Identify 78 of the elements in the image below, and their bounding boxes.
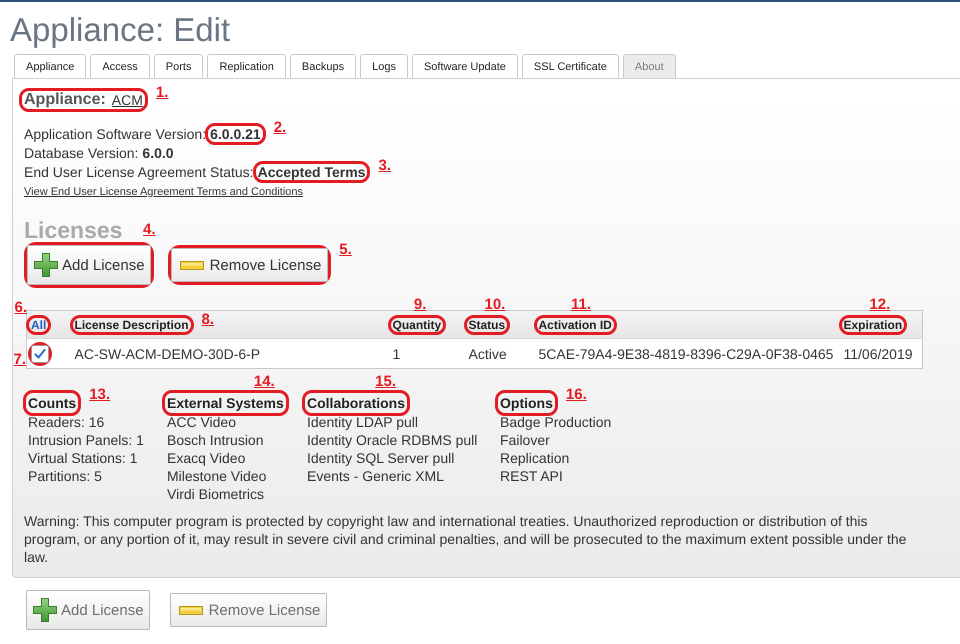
info-label: End User License Agreement Status: xyxy=(24,164,254,180)
table-cell: AC-SW-ACM-DEMO-30D-6-P xyxy=(74,346,260,362)
feature-item: Virtual Stations: 1 xyxy=(28,449,138,467)
callout-number: 4. xyxy=(143,222,156,237)
feature-item: Milestone Video xyxy=(167,467,266,485)
tab[interactable]: Replication xyxy=(207,54,286,78)
callout-number: 5. xyxy=(339,242,352,257)
table-cell: 1 xyxy=(392,346,400,362)
tab[interactable]: Software Update xyxy=(412,54,518,78)
column-header: License Description xyxy=(74,318,189,332)
column-header: Expiration xyxy=(844,318,902,332)
remove-license-button[interactable]: Remove License xyxy=(170,248,328,282)
licenses-heading: Licenses xyxy=(24,216,122,244)
tab[interactable]: Ports xyxy=(154,54,204,78)
table-cell: Active xyxy=(468,346,507,362)
table-cell: 5CAE-79A4-9E38-4819-8396-C29A-0F38-0465 xyxy=(538,346,834,362)
copyright-warning: Warning: This computer program is protected by copyright law and international treaties. Unauthorized reproduction or distribution of this program, or any portion of it, may result in severe civil and criminal penalties, and will be prosecuted to the maximum extent possible under the law. xyxy=(24,512,908,566)
group-heading: Collaborations xyxy=(307,394,406,413)
feature-item: Replication xyxy=(500,449,570,467)
feature-item: Identity Oracle RDBMS pull xyxy=(307,431,478,449)
feature-item: Identity SQL Server pull xyxy=(307,449,454,467)
feature-item: Events - Generic XML xyxy=(307,467,444,485)
plus-icon xyxy=(34,253,58,277)
group-heading: Options xyxy=(500,394,553,413)
appliance-label: Appliance: xyxy=(24,91,106,109)
column-header: Status xyxy=(468,318,506,332)
group-heading: Counts xyxy=(28,394,76,413)
group-heading: External Systems xyxy=(167,394,284,413)
callout-number: 7. xyxy=(13,352,26,366)
feature-item: Identity LDAP pull xyxy=(307,413,418,431)
plus-icon xyxy=(33,598,57,622)
callout-number: 2. xyxy=(274,120,286,134)
info-value: 6.0.0.21 xyxy=(210,126,261,142)
minus-bar-icon xyxy=(178,606,203,614)
callout-number: 16. xyxy=(566,387,587,402)
info-label: Application Software Version: xyxy=(24,126,206,142)
remove-license-button[interactable]: Remove License xyxy=(170,593,328,627)
select-all-link[interactable]: All xyxy=(31,318,46,332)
minus-bar-icon xyxy=(180,260,204,270)
tab[interactable]: Backups xyxy=(290,54,356,78)
info-label: Database Version: xyxy=(24,144,138,160)
feature-item: Readers: 16 xyxy=(28,413,104,431)
feature-item: Bosch Intrusion xyxy=(167,431,264,449)
callout-number: 9. xyxy=(414,296,426,312)
checkmark-icon xyxy=(34,348,46,360)
add-license-button[interactable]: Add License xyxy=(26,590,150,630)
add-license-button[interactable]: Add License xyxy=(27,245,151,285)
callout-number: 12. xyxy=(869,296,890,312)
tab[interactable]: SSL Certificate xyxy=(522,54,619,78)
feature-item: Failover xyxy=(500,431,550,449)
callout-number: 8. xyxy=(202,312,214,326)
column-header: Quantity xyxy=(392,318,442,332)
callout-number: 6. xyxy=(14,300,27,314)
feature-item: ACC Video xyxy=(167,413,236,431)
info-value: 6.0.0 xyxy=(142,144,174,160)
table-cell: 11/06/2019 xyxy=(844,346,913,362)
feature-item: REST API xyxy=(500,467,563,485)
callout-number: 3. xyxy=(378,158,391,172)
appliance-link[interactable]: ACM xyxy=(112,92,143,108)
feature-item: Exacq Video xyxy=(167,449,246,467)
callout-number: 15. xyxy=(375,374,396,389)
info-value: Accepted Terms xyxy=(258,164,366,180)
callout-number: 10. xyxy=(484,296,506,312)
feature-item: Partitions: 5 xyxy=(28,467,102,485)
tab[interactable]: About xyxy=(622,54,676,78)
callout-number: 13. xyxy=(89,387,110,402)
tab[interactable]: Access xyxy=(90,54,150,78)
tab[interactable]: Appliance xyxy=(14,54,86,78)
callout-number: 14. xyxy=(254,374,275,389)
eula-link[interactable]: View End User License Agreement Terms and Conditions xyxy=(24,184,304,200)
feature-item: Badge Production xyxy=(500,413,612,431)
feature-item: Virdi Biometrics xyxy=(167,485,264,503)
callout-number: 1. xyxy=(156,85,168,100)
page-title: Appliance: Edit xyxy=(10,10,230,50)
column-header: Activation ID xyxy=(538,318,612,332)
callout-number: 11. xyxy=(571,296,592,312)
feature-item: Intrusion Panels: 1 xyxy=(28,431,144,449)
tab[interactable]: Logs xyxy=(360,54,408,78)
